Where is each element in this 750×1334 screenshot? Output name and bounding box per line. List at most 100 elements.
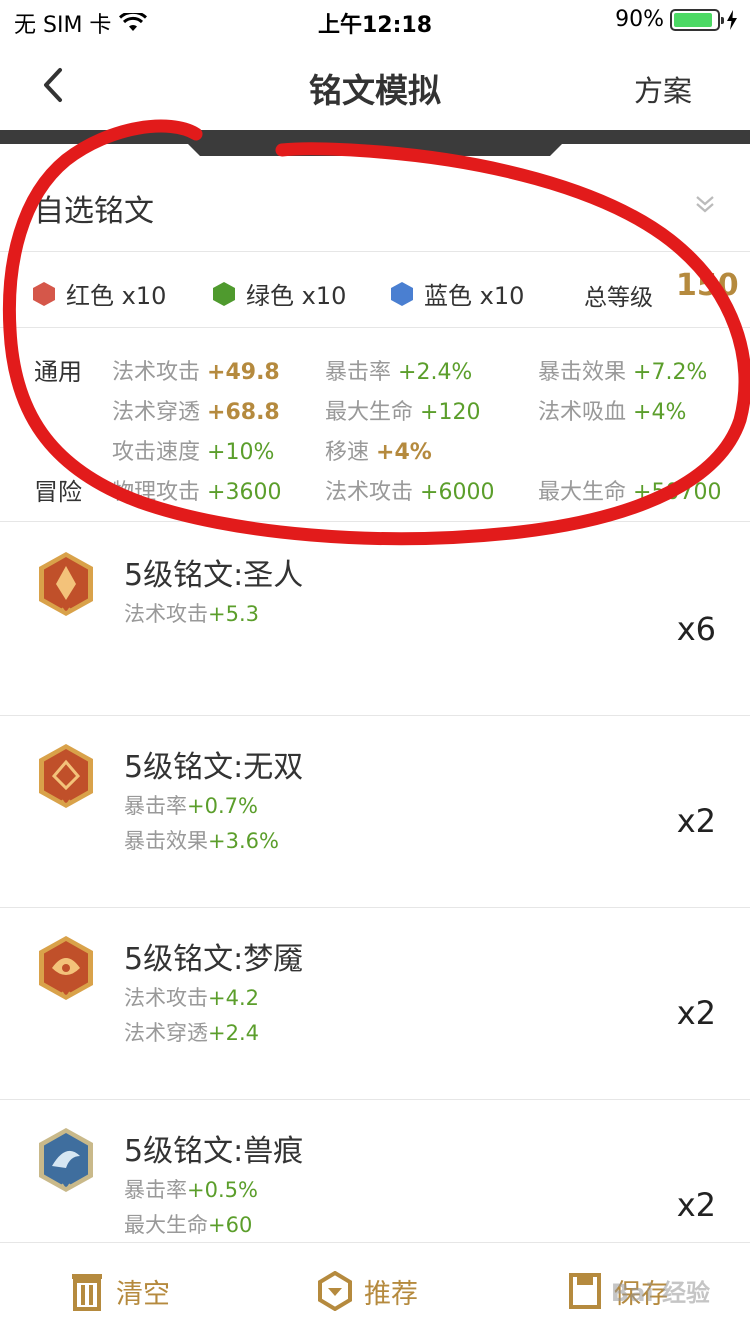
rune-row[interactable]: 5级铭文:无双 暴击率+0.7% 暴击效果+3.6% x2: [0, 716, 750, 908]
rune-stat: 最大生命+60: [124, 1209, 252, 1239]
rune-stat: 法术攻击+5.3: [124, 598, 259, 628]
rune-row[interactable]: 5级铭文:梦魇 法术攻击+4.2 法术穿透+2.4 x2: [0, 908, 750, 1100]
stat-name: 暴击效果: [538, 360, 627, 385]
rune-stat-value: +0.7%: [187, 794, 258, 818]
stat-value: +120: [420, 400, 481, 425]
rune-count: x2: [676, 994, 716, 1032]
green-count: 绿色 x10: [212, 276, 346, 311]
stat-item: 暴击率 +2.4%: [325, 354, 472, 386]
rune-stat-value: +5.3: [208, 602, 259, 626]
watermark: Bai 经验: [610, 1279, 710, 1307]
chevron-down-icon[interactable]: [694, 194, 716, 214]
blue-count: 蓝色 x10: [390, 276, 524, 311]
rune-stat: 法术穿透+2.4: [124, 1017, 259, 1047]
rune-stat-name: 暴击率: [124, 794, 187, 818]
stat-item: 法术攻击 +6000: [325, 474, 494, 506]
stat-name: 法术攻击: [325, 480, 414, 505]
stat-name: 法术攻击: [112, 360, 201, 385]
color-count-row: 红色 x10 绿色 x10 蓝色 x10 总等级 150: [0, 252, 750, 328]
red-hexagon-icon: [33, 281, 55, 306]
stat-item: 最大生命 +120: [325, 394, 480, 426]
general-label: 通用: [34, 358, 82, 386]
rune-stat-value: +60: [208, 1213, 253, 1237]
rune-stat-value: +4.2: [208, 986, 259, 1010]
stat-name: 攻击速度: [112, 440, 201, 465]
stat-summary: 通用 冒险 法术攻击 +49.8 暴击率 +2.4% 暴击效果 +7.2% 法术…: [0, 328, 750, 522]
status-bar: 无 SIM 卡 上午12:18 90%: [0, 0, 750, 40]
blue-hexagon-icon: [391, 281, 413, 306]
nav-bar: 铭文模拟 方案: [0, 40, 750, 130]
stat-name: 暴击率: [325, 360, 392, 385]
stat-name: 最大生命: [538, 480, 627, 505]
battery-icon: [670, 8, 724, 31]
rune-stat: 法术攻击+4.2: [124, 982, 259, 1012]
red-count-label: 红色 x10: [66, 282, 167, 310]
rune-name: 5级铭文:梦魇: [124, 942, 304, 977]
stat-item: 物理攻击 +3600: [112, 474, 281, 506]
rune-selector[interactable]: 自选铭文: [0, 156, 750, 252]
stat-value: +49.8: [207, 360, 280, 385]
rune-name: 5级铭文:圣人: [124, 558, 304, 593]
battery-group: 90%: [615, 7, 738, 32]
rune-nightmare-icon: [39, 936, 93, 1000]
trash-icon: [72, 1274, 102, 1311]
stat-value: +4%: [633, 400, 687, 425]
stat-value: +2.4%: [398, 360, 473, 385]
stat-value: +6000: [420, 480, 495, 505]
recommend-hexagon-icon: [318, 1271, 352, 1311]
rune-stat-name: 暴击率: [124, 1178, 187, 1202]
stat-item: 法术吸血 +4%: [538, 394, 686, 426]
stat-item: 最大生命 +50700: [538, 474, 721, 506]
recommend-button[interactable]: 推荐: [318, 1271, 418, 1311]
stat-value: +50700: [633, 480, 722, 505]
rune-stat: 暴击效果+3.6%: [124, 825, 279, 855]
rune-stat-name: 最大生命: [124, 1213, 208, 1237]
rune-count: x6: [676, 610, 716, 648]
rune-name: 5级铭文:无双: [124, 750, 304, 785]
blue-count-label: 蓝色 x10: [424, 282, 525, 310]
rune-stat-value: +2.4: [208, 1021, 259, 1045]
recommend-label: 推荐: [364, 1278, 418, 1310]
charging-bolt-icon: [727, 9, 737, 30]
stat-item: 暴击效果 +7.2%: [538, 354, 707, 386]
rune-row[interactable]: 5级铭文:圣人 法术攻击+5.3 x6: [0, 524, 750, 716]
scheme-button[interactable]: 方案: [634, 68, 692, 110]
stat-value: +7.2%: [633, 360, 708, 385]
stat-value: +10%: [207, 440, 275, 465]
green-hexagon-icon: [213, 281, 235, 306]
bottom-toolbar: 清空 推荐 保存 Bai 经验: [0, 1242, 750, 1334]
rune-stat-name: 法术攻击: [124, 986, 208, 1010]
rune-stat: 暴击率+0.7%: [124, 790, 258, 820]
rune-stat-name: 暴击效果: [124, 829, 208, 853]
adventure-label: 冒险: [34, 478, 82, 506]
rune-stat: 暴击率+0.5%: [124, 1174, 258, 1204]
stat-value: +4%: [376, 440, 432, 465]
stat-value: +3600: [207, 480, 282, 505]
rune-count: x2: [676, 1186, 716, 1224]
rune-count: x2: [676, 802, 716, 840]
stat-item: 法术攻击 +49.8: [112, 354, 280, 386]
clear-button[interactable]: 清空: [70, 1271, 170, 1311]
total-level-label: 总等级: [584, 285, 653, 311]
rune-beast-mark-icon: [39, 1128, 93, 1192]
stat-name: 最大生命: [325, 400, 414, 425]
stat-item: 攻击速度 +10%: [112, 434, 274, 466]
battery-fill: [674, 12, 712, 27]
stat-name: 移速: [325, 440, 370, 465]
green-count-label: 绿色 x10: [246, 282, 347, 310]
stat-item: 法术穿透 +68.8: [112, 394, 280, 426]
selector-label: 自选铭文: [34, 194, 154, 229]
rune-stat-value: +3.6%: [208, 829, 279, 853]
stat-name: 物理攻击: [112, 480, 201, 505]
rune-sage-icon: [39, 552, 93, 616]
tab-notch: [188, 144, 562, 156]
stat-name: 法术吸血: [538, 400, 627, 425]
total-level-value: 150: [676, 268, 739, 303]
red-count: 红色 x10: [32, 276, 166, 311]
stat-value: +68.8: [207, 400, 280, 425]
stat-item: 移速 +4%: [325, 434, 432, 466]
stat-name: 法术穿透: [112, 400, 201, 425]
save-icon: [569, 1273, 601, 1309]
rune-summary: 自选铭文 红色 x10 绿色 x10 蓝色 x10 总等级 150 通用 冒险 …: [0, 156, 750, 522]
clear-label: 清空: [116, 1278, 170, 1310]
